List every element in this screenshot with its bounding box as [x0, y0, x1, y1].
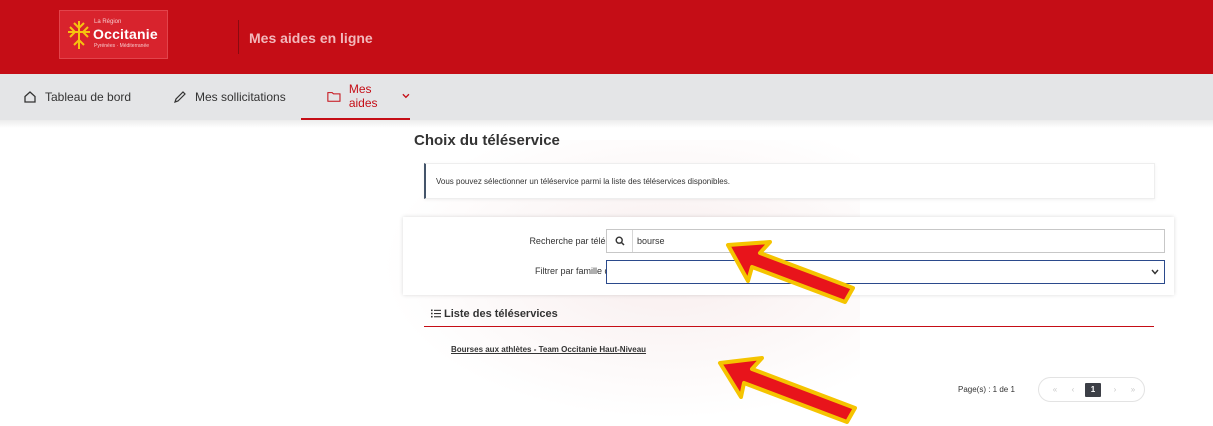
search-icon [614, 236, 625, 246]
current-page-button[interactable]: 1 [1085, 383, 1101, 397]
nav-item-tableau-de-bord[interactable]: Tableau de bord [23, 74, 131, 120]
home-icon [24, 91, 36, 103]
nav-item-mes-sollicitations[interactable]: Mes sollicitations [173, 74, 286, 120]
annotation-arrow-result [718, 356, 857, 424]
prev-page-button[interactable]: ‹ [1067, 383, 1079, 397]
teleservice-link[interactable]: Bourses aux athlètes - Team Occitanie Ha… [451, 345, 646, 354]
filter-select[interactable] [606, 260, 1165, 284]
nav-item-label: Mes sollicitations [195, 90, 286, 104]
app-title[interactable]: Mes aides en ligne [249, 30, 373, 46]
search-panel: Recherche par téléservice Filtrer par fa… [403, 217, 1174, 295]
last-page-button[interactable]: » [1127, 383, 1139, 397]
region-logo[interactable]: La Région Occitanie Pyrénées · Méditerra… [59, 10, 168, 59]
nav-shadow [0, 120, 1213, 128]
info-box: Vous pouvez sélectionner un téléservice … [424, 163, 1155, 199]
list-icon [431, 309, 441, 318]
chevron-down-icon [1151, 269, 1159, 275]
occitan-cross-icon [68, 21, 90, 49]
search-input[interactable] [637, 230, 1157, 252]
page-title: Choix du téléservice [414, 132, 560, 149]
nav-item-label: Tableau de bord [45, 90, 132, 104]
main-nav: Tableau de bord Mes sollicitations Mes a… [0, 74, 1213, 120]
info-text: Vous pouvez sélectionner un téléservice … [436, 177, 730, 186]
header-divider [238, 20, 239, 54]
logo-small-text: La Région [94, 19, 122, 25]
pagination-label: Page(s) : 1 de 1 [958, 385, 1015, 394]
nav-item-label: Mes aides [348, 82, 378, 110]
nav-item-mes-aides[interactable]: Mes aides [301, 74, 410, 120]
first-page-button[interactable]: « [1049, 383, 1061, 397]
folder-icon [327, 91, 341, 102]
logo-sub-text: Pyrénées · Méditerranée [94, 43, 150, 49]
pagination: « ‹ 1 › » [1038, 377, 1145, 402]
chevron-down-icon [402, 93, 410, 99]
logo-brand-text: Occitanie [93, 26, 158, 42]
search-icon-box [607, 230, 633, 252]
pen-icon [174, 91, 186, 103]
search-field[interactable] [606, 229, 1165, 253]
list-header: Liste des téléservices [424, 306, 1154, 327]
next-page-button[interactable]: › [1109, 383, 1121, 397]
list-title: Liste des téléservices [444, 308, 558, 320]
top-header: La Région Occitanie Pyrénées · Méditerra… [0, 0, 1213, 74]
